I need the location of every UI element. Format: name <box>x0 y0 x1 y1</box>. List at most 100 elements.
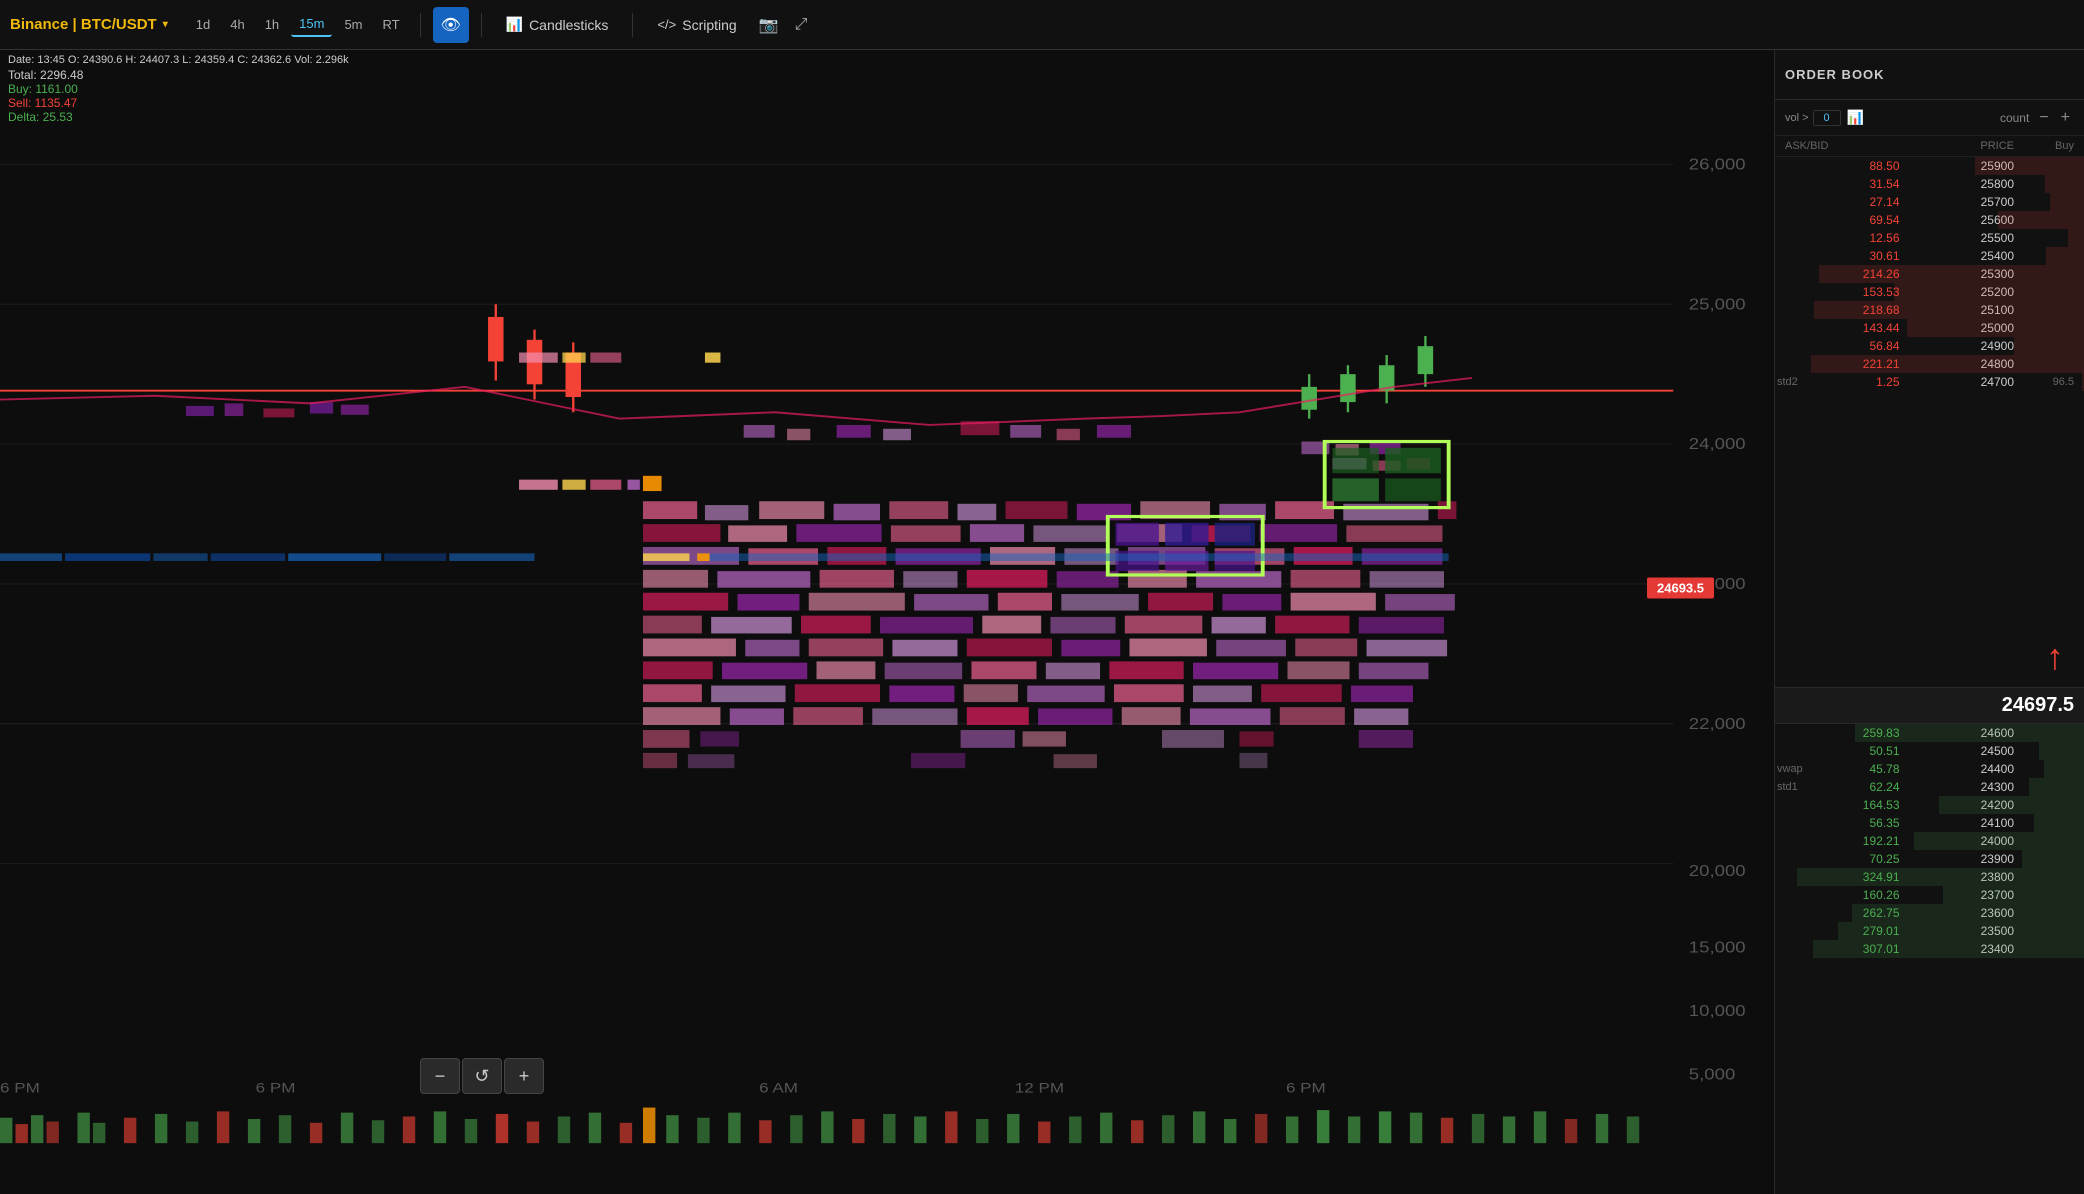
ask-bid-value: 307.01 <box>1785 942 1900 956</box>
ob-price-value: 24300 <box>1900 780 2015 794</box>
orderbook-header: ORDER BOOK <box>1775 50 2084 100</box>
candlesticks-button[interactable]: 📊 Candlesticks <box>494 10 621 39</box>
ob-price-value: 25900 <box>1900 159 2015 173</box>
timeframe-5m[interactable]: 5m <box>336 13 370 36</box>
bid-row[interactable]: vwap 45.78 24400 <box>1775 760 2084 778</box>
candlesticks-chart-icon: 📊 <box>506 16 523 33</box>
bid-row[interactable]: 324.91 23800 <box>1775 868 2084 886</box>
ask-row[interactable]: 88.50 25900 <box>1775 157 2084 175</box>
bid-row[interactable]: 279.01 23500 <box>1775 922 2084 940</box>
timeframe-15m[interactable]: 15m <box>291 12 332 37</box>
ob-price-value: 25700 <box>1900 195 2015 209</box>
orderbook-title: ORDER BOOK <box>1785 67 2074 82</box>
bid-row[interactable]: 192.21 24000 <box>1775 832 2084 850</box>
chart-svg: 26,000 25,000 24,000 23,000 22,000 20,00… <box>0 50 1774 1194</box>
timeframe-1d[interactable]: 1d <box>188 13 218 36</box>
col-header-buy: Buy <box>2014 140 2074 152</box>
ask-row[interactable]: std2 1.25 24700 96.5 <box>1775 373 2084 391</box>
count-label: count <box>2000 111 2029 125</box>
chart-info-bar: Date: 13:45 O: 24390.6 H: 24407.3 L: 243… <box>0 50 1774 128</box>
bid-row[interactable]: 262.75 23600 <box>1775 904 2084 922</box>
brand-selector[interactable]: Binance | BTC/USDT ▾ <box>10 16 168 33</box>
ask-row[interactable]: 69.54 25600 <box>1775 211 2084 229</box>
scripting-label: Scripting <box>682 17 736 33</box>
ask-bid-value: 214.26 <box>1785 267 1900 281</box>
ask-bid-value: 30.61 <box>1785 249 1900 263</box>
brand-chevron-icon: ▾ <box>163 19 168 30</box>
col-header-ask-bid: ASK/BID <box>1785 140 1900 152</box>
eye-button[interactable]: 👁 <box>433 7 469 43</box>
bid-row[interactable]: 56.35 24100 <box>1775 814 2084 832</box>
svg-text:22,000: 22,000 <box>1689 715 1746 732</box>
ask-bid-value: 56.35 <box>1785 816 1900 830</box>
ask-bid-value: 31.54 <box>1785 177 1900 191</box>
ask-row[interactable]: 214.26 25300 <box>1775 265 2084 283</box>
ask-bid-value: 70.25 <box>1785 852 1900 866</box>
mid-price: 24697.5 <box>1775 687 2084 724</box>
timeframe-4h[interactable]: 4h <box>222 13 252 36</box>
ob-price-value: 24000 <box>1900 834 2015 848</box>
ask-bid-value: 324.91 <box>1785 870 1900 884</box>
ob-price-value: 25400 <box>1900 249 2015 263</box>
scripting-button[interactable]: </> Scripting <box>645 11 748 39</box>
ask-bid-value: 27.14 <box>1785 195 1900 209</box>
ob-price-value: 23600 <box>1900 906 2015 920</box>
ask-row[interactable]: 27.14 25700 <box>1775 193 2084 211</box>
ask-row[interactable]: 143.44 25000 <box>1775 319 2084 337</box>
ob-price-value: 24100 <box>1900 816 2015 830</box>
ob-buy-value: 96.5 <box>2014 376 2074 388</box>
zoom-out-button[interactable]: − <box>420 1058 460 1094</box>
ask-bid-value: 143.44 <box>1785 321 1900 335</box>
current-price-label: 24693.5 <box>1647 577 1714 598</box>
bid-row[interactable]: 160.26 23700 <box>1775 886 2084 904</box>
ob-price-value: 23900 <box>1900 852 2015 866</box>
expand-button[interactable]: ⤢ <box>789 10 814 40</box>
chart-type-icon: 📊 <box>1847 109 1864 126</box>
svg-text:25,000: 25,000 <box>1689 296 1746 313</box>
ask-bid-value: 160.26 <box>1785 888 1900 902</box>
count-minus-button[interactable]: − <box>2035 109 2052 127</box>
ob-price-value: 24700 <box>1900 375 2015 389</box>
ask-row[interactable]: 221.21 24800 <box>1775 355 2084 373</box>
brand-label: Binance | BTC/USDT <box>10 16 157 33</box>
scripting-code-icon: </> <box>657 17 676 32</box>
vol-input[interactable] <box>1813 110 1841 126</box>
ask-row[interactable]: 12.56 25500 <box>1775 229 2084 247</box>
ask-bid-value: 259.83 <box>1785 726 1900 740</box>
zoom-in-button[interactable]: + <box>504 1058 544 1094</box>
orderbook-col-headers: ASK/BID PRICE Buy <box>1775 136 2084 157</box>
ask-row[interactable]: 153.53 25200 <box>1775 283 2084 301</box>
camera-button[interactable]: 📷 <box>753 9 785 41</box>
ask-row[interactable]: 218.68 25100 <box>1775 301 2084 319</box>
ob-row-label: std2 <box>1777 376 1798 388</box>
ob-price-value: 23400 <box>1900 942 2015 956</box>
svg-text:12 PM: 12 PM <box>1015 1081 1064 1096</box>
ob-price-value: 25100 <box>1900 303 2015 317</box>
zoom-reset-button[interactable]: ↺ <box>462 1058 502 1094</box>
svg-text:26,000: 26,000 <box>1689 156 1746 173</box>
bid-row[interactable]: 307.01 23400 <box>1775 940 2084 958</box>
ask-bid-value: 88.50 <box>1785 159 1900 173</box>
count-plus-button[interactable]: + <box>2057 109 2074 127</box>
chart-area[interactable]: Date: 13:45 O: 24390.6 H: 24407.3 L: 243… <box>0 50 1774 1194</box>
chart-stats: Total: 2296.48 Buy: 1161.00 Sell: 1135.4… <box>8 68 1766 124</box>
ask-row[interactable]: 30.61 25400 <box>1775 247 2084 265</box>
candlesticks-label: Candlesticks <box>529 17 608 33</box>
bid-row[interactable]: 164.53 24200 <box>1775 796 2084 814</box>
count-controls: − + <box>2035 109 2074 127</box>
timeframe-rt[interactable]: RT <box>375 13 408 36</box>
ask-bid-value: 262.75 <box>1785 906 1900 920</box>
ask-row[interactable]: 31.54 25800 <box>1775 175 2084 193</box>
bid-row[interactable]: 259.83 24600 <box>1775 724 2084 742</box>
bid-row[interactable]: 50.51 24500 <box>1775 742 2084 760</box>
bid-row[interactable]: std1 62.24 24300 <box>1775 778 2084 796</box>
svg-text:6 PM: 6 PM <box>256 1081 296 1096</box>
svg-text:24,000: 24,000 <box>1689 436 1746 453</box>
ob-price-value: 25200 <box>1900 285 2015 299</box>
chart-date-line: Date: 13:45 O: 24390.6 H: 24407.3 L: 243… <box>8 54 1766 66</box>
svg-text:20,000: 20,000 <box>1689 863 1746 880</box>
timeframe-1h[interactable]: 1h <box>257 13 287 36</box>
svg-text:6 AM: 6 AM <box>759 1081 798 1096</box>
ask-row[interactable]: 56.84 24900 <box>1775 337 2084 355</box>
bid-row[interactable]: 70.25 23900 <box>1775 850 2084 868</box>
